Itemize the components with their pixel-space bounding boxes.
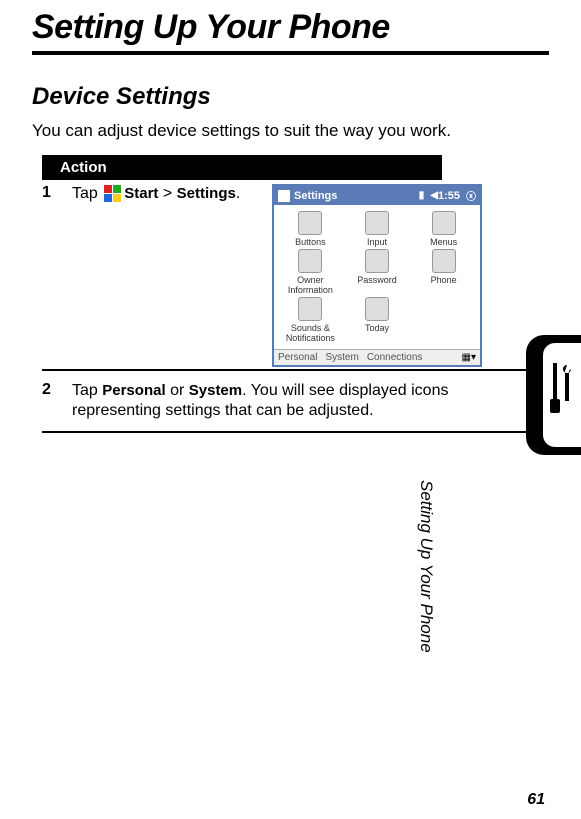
close-icon: ⓧ <box>466 188 476 203</box>
step-row-2: 2 Tap Personal or System. You will see d… <box>32 375 522 427</box>
screenshot-tabbar: PersonalSystemConnections ▦▾ <box>274 349 480 365</box>
windows-flag-icon <box>104 185 122 203</box>
settings-grid: Buttons Input Menus Owner Information Pa… <box>274 205 480 349</box>
row-divider <box>42 369 532 371</box>
step-row-1: 1 Tap Start > Settings. Settings ▮ ◀ 1:5… <box>32 180 522 367</box>
section-title: Device Settings <box>32 83 549 111</box>
side-running-head: Setting Up Your Phone <box>416 480 436 680</box>
wrench-screwdriver-icon <box>547 359 577 419</box>
chapter-title: Setting Up Your Phone <box>32 8 549 47</box>
thumb-tab <box>526 335 581 455</box>
screenshot-title: Settings <box>294 190 337 202</box>
table-end-rule <box>42 431 532 434</box>
volume-icon: ◀ <box>430 190 438 201</box>
screenshot-time: 1:55 <box>438 190 460 202</box>
title-underline <box>32 51 549 55</box>
action-header: Action <box>42 155 442 180</box>
step-1-text: Tap Start > Settings. <box>72 184 272 367</box>
start-flag-icon <box>278 190 290 202</box>
keyboard-icon: ▦▾ <box>462 352 476 363</box>
step-number: 1 <box>42 184 72 367</box>
signal-icon: ▮ <box>419 190 425 201</box>
embedded-screenshot: Settings ▮ ◀ 1:55 ⓧ Buttons Input Menus … <box>272 184 482 367</box>
step-number: 2 <box>42 381 72 399</box>
intro-text: You can adjust device settings to suit t… <box>32 121 549 141</box>
step-2-text: Tap Personal or System. You will see dis… <box>72 381 522 421</box>
page-number: 61 <box>527 791 545 809</box>
screenshot-titlebar: Settings ▮ ◀ 1:55 ⓧ <box>274 186 480 205</box>
